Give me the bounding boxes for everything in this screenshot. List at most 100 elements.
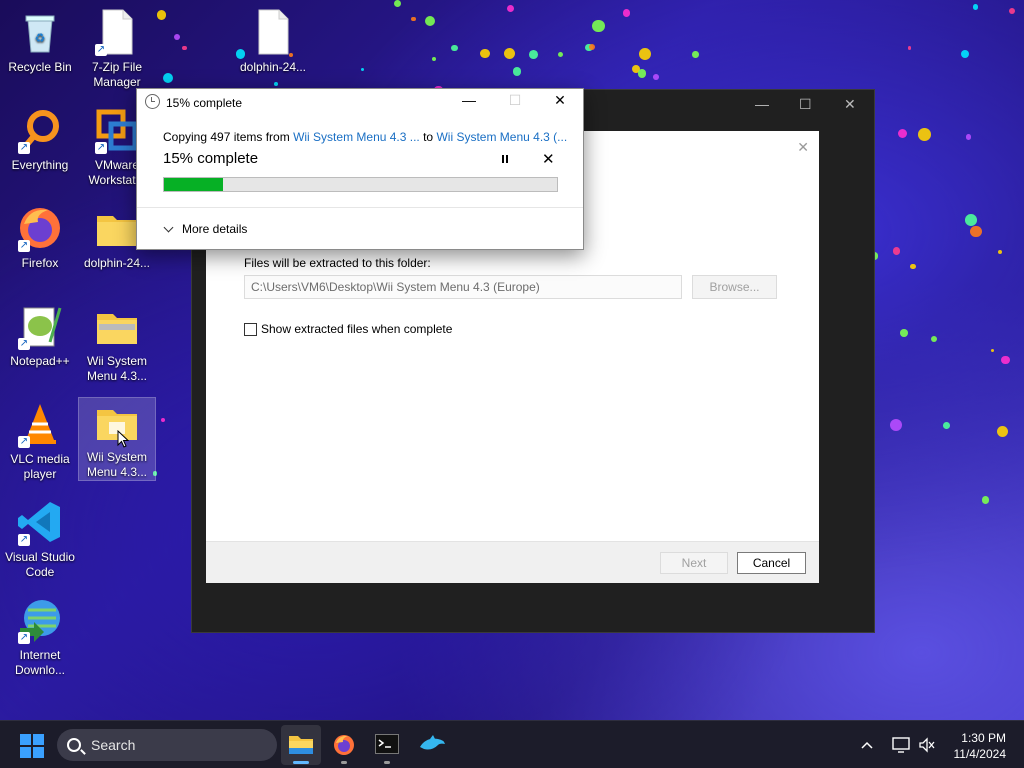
confetti-dot: [160, 418, 166, 423]
confetti-dot: [432, 57, 437, 62]
pause-icon[interactable]: [498, 152, 512, 166]
vlc-desktop-icon[interactable]: ↗ VLC media player: [2, 400, 78, 482]
browse-button[interactable]: Browse...: [692, 275, 777, 299]
extract-path-field[interactable]: C:\Users\VM6\Desktop\Wii System Menu 4.3…: [244, 275, 682, 299]
firefox-icon: ↗: [16, 204, 64, 252]
shortcut-arrow-icon: ↗: [18, 436, 30, 448]
running-indicator: [341, 761, 347, 764]
wii-archive-desktop-icon[interactable]: Wii System Menu 4.3...: [79, 302, 155, 384]
next-button[interactable]: Next: [660, 552, 728, 574]
desktop-icon-label: Visual Studio Code: [5, 550, 75, 579]
confetti-dot: [529, 50, 539, 59]
confetti-dot: [965, 214, 978, 226]
confetti-dot: [273, 82, 278, 87]
windows-start-icon[interactable]: [20, 734, 44, 758]
desktop-icon-label: Internet Downlo...: [14, 648, 66, 677]
show-files-checkbox[interactable]: [244, 322, 257, 336]
destination-folder-link[interactable]: Wii System Menu 4.3 (...: [436, 130, 567, 144]
confetti-dot: [557, 51, 564, 58]
firefox-desktop-icon[interactable]: ↗ Firefox: [2, 204, 78, 271]
desktop-icon-label: dolphin-24...: [239, 60, 307, 74]
progress-fill: [164, 178, 223, 191]
dolphin-file-desktop-icon[interactable]: dolphin-24...: [235, 8, 311, 75]
7zip-desktop-icon[interactable]: ↗ 7-Zip File Manager: [79, 8, 155, 90]
taskbar-search[interactable]: Search: [57, 729, 277, 761]
confetti-dot: [182, 45, 187, 51]
shortcut-arrow-icon: ↗: [18, 142, 30, 154]
shortcut-arrow-icon: ↗: [18, 632, 30, 644]
confetti-dot: [622, 9, 630, 17]
confetti-dot: [512, 67, 521, 76]
taskbar-terminal[interactable]: [367, 725, 407, 765]
document-icon: ↗: [93, 8, 141, 56]
copy-description: Copying 497 items from Wii System Menu 4…: [163, 130, 567, 144]
search-icon: [67, 738, 81, 752]
close-icon[interactable]: ✕: [797, 139, 809, 156]
confetti-dot: [961, 50, 970, 59]
more-details-toggle[interactable]: More details: [163, 222, 247, 236]
recycle-bin-icon: ♻: [16, 8, 64, 56]
internet-download-manager-icon: ↗: [16, 596, 64, 644]
cancel-button[interactable]: Cancel: [737, 552, 806, 574]
volume-muted-icon[interactable]: [918, 737, 936, 753]
notepadpp-desktop-icon[interactable]: ↗ Notepad++: [2, 302, 78, 369]
confetti-dot: [360, 68, 365, 72]
desktop-icon-label: 7-Zip File Manager: [91, 60, 142, 89]
taskbar-clock[interactable]: 1:30 PM 11/4/2024: [954, 730, 1007, 762]
idm-desktop-icon[interactable]: ↗ Internet Downlo...: [2, 596, 78, 678]
confetti-dot: [965, 134, 972, 140]
cancel-copy-icon[interactable]: ✕: [542, 150, 555, 168]
svg-text:♻: ♻: [35, 31, 46, 45]
confetti-dot: [173, 33, 180, 41]
confetti-dot: [997, 249, 1003, 255]
clock-icon: [145, 94, 160, 109]
confetti-dot: [996, 425, 1008, 438]
chevron-up-icon[interactable]: [860, 740, 874, 750]
confetti-dot: [910, 263, 916, 269]
shortcut-arrow-icon: ↗: [18, 534, 30, 546]
copy-prefix-text: Copying 497 items from: [163, 130, 294, 144]
source-folder-link[interactable]: Wii System Menu 4.3 ...: [293, 130, 420, 144]
dolphin-icon: [420, 735, 445, 750]
progress-bar: [163, 177, 558, 192]
confetti-dot: [451, 44, 458, 52]
active-indicator: [293, 761, 309, 764]
confetti-dot: [592, 19, 605, 33]
confetti-dot: [900, 328, 908, 337]
minimize-button[interactable]: —: [755, 96, 769, 112]
system-tray: [860, 721, 936, 768]
progress-status: 15% complete: [163, 150, 259, 167]
desktop-icon-label: Recycle Bin: [8, 60, 72, 74]
vmware-icon: ↗: [93, 106, 141, 154]
maximize-button[interactable]: ☐: [799, 96, 812, 113]
everything-desktop-icon[interactable]: ↗ Everything: [2, 106, 78, 173]
confetti-dot: [480, 48, 490, 58]
confetti-dot: [653, 73, 660, 80]
shortcut-arrow-icon: ↗: [95, 142, 107, 154]
show-files-option[interactable]: Show extracted files when complete: [244, 322, 452, 336]
vscode-desktop-icon[interactable]: ↗ Visual Studio Code: [2, 498, 78, 580]
desktop-icon-label: dolphin-24...: [83, 256, 151, 270]
show-files-label: Show extracted files when complete: [261, 322, 453, 336]
minimize-button[interactable]: —: [459, 92, 479, 108]
network-icon[interactable]: [892, 737, 910, 753]
close-button[interactable]: ✕: [550, 92, 570, 109]
to-text: to: [419, 130, 437, 144]
mouse-cursor-icon: [117, 430, 129, 448]
shortcut-arrow-icon: ↗: [18, 338, 30, 350]
dialog-title: 15% complete: [166, 96, 243, 110]
confetti-dot: [411, 16, 417, 22]
document-icon: [249, 8, 297, 56]
notepad-plus-plus-icon: ↗: [16, 302, 64, 350]
taskbar-dolphin[interactable]: [412, 725, 452, 765]
confetti-dot: [918, 128, 932, 141]
recycle-bin-desktop-icon[interactable]: ♻ Recycle Bin: [2, 8, 78, 75]
confetti-dot: [943, 422, 951, 429]
shortcut-arrow-icon: ↗: [95, 44, 107, 56]
taskbar-firefox[interactable]: [324, 725, 364, 765]
clock-date: 11/4/2024: [953, 747, 1007, 761]
taskbar-file-explorer[interactable]: [281, 725, 321, 765]
copy-progress-dialog[interactable]: 15% complete — ☐ ✕ Copying 497 items fro…: [136, 88, 584, 250]
confetti-dot: [991, 348, 995, 352]
close-button[interactable]: ✕: [844, 96, 856, 113]
